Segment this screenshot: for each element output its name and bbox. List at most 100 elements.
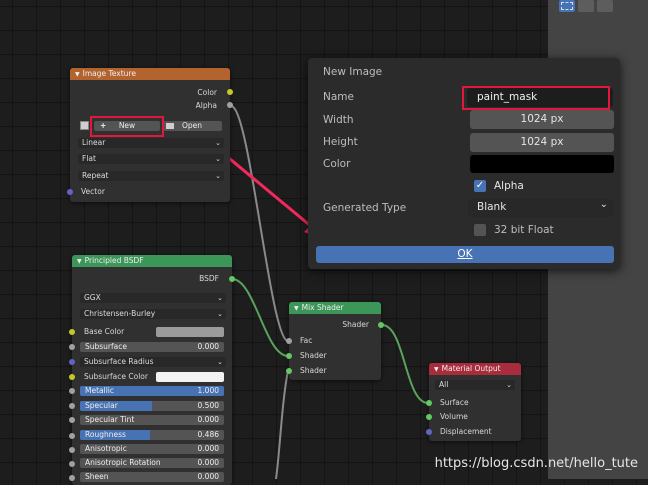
alpha-checkbox[interactable]: ✓ xyxy=(474,180,486,192)
output-shader-label: Shader xyxy=(342,320,369,329)
output-alpha-socket[interactable] xyxy=(227,102,233,108)
base-color-swatch[interactable] xyxy=(156,327,224,337)
name-field-highlight xyxy=(462,86,610,110)
height-field[interactable]: 1024 px xyxy=(470,133,614,152)
color-swatch[interactable] xyxy=(470,155,614,173)
image-browse-icon[interactable] xyxy=(80,121,89,130)
material-output-node[interactable]: ▼ Material Output All ⌄ Surface Volume Dis… xyxy=(426,363,521,441)
chevron-down-icon: ⌄ xyxy=(215,172,221,180)
folder-icon xyxy=(166,123,174,129)
input-shader2-socket[interactable] xyxy=(286,368,292,374)
input-metallic-socket[interactable] xyxy=(69,388,75,394)
output-bsdf-label: BSDF xyxy=(199,274,219,283)
chevron-down-icon: ⌄ xyxy=(215,155,221,163)
collapse-arrow-icon[interactable]: ▼ xyxy=(434,366,439,373)
input-surface-label: Surface xyxy=(440,398,469,407)
anisotropic-field[interactable]: Anisotropic 0.000 xyxy=(80,444,224,454)
watermark: https://blog.csdn.net/hello_tute xyxy=(434,456,638,471)
mix-shader-node[interactable]: ▼ Mix Shader Shader Fac Shader Shader xyxy=(286,302,384,380)
chevron-down-icon: ⌄ xyxy=(506,381,512,389)
target-dropdown[interactable]: All ⌄ xyxy=(435,380,515,390)
input-displacement-socket[interactable] xyxy=(426,429,432,435)
collapse-arrow-icon[interactable]: ▼ xyxy=(77,258,82,265)
generated-type-label: Generated Type xyxy=(323,202,407,214)
input-vector-socket[interactable] xyxy=(67,189,73,195)
principled-bsdf-node[interactable]: ▼ Principled BSDF BSDF GGX ⌄ Christensen-B… xyxy=(69,255,235,485)
distribution-dropdown[interactable]: GGX ⌄ xyxy=(80,293,226,303)
subsurface-method-dropdown[interactable]: Christensen-Burley ⌄ xyxy=(80,309,226,319)
chevron-down-icon: ⌄ xyxy=(217,294,223,302)
input-anisotropic-socket[interactable] xyxy=(69,447,75,453)
node-title: Mix Shader xyxy=(301,303,344,312)
input-specular-tint-socket[interactable] xyxy=(69,417,75,423)
row-label: Subsurface Color xyxy=(84,372,148,381)
subsurface-field[interactable]: Subsurface 0.000 xyxy=(80,342,224,352)
color-label: Color xyxy=(323,158,351,170)
chevron-down-icon: ⌄ xyxy=(217,358,223,366)
input-vector-label: Vector xyxy=(81,187,105,196)
height-label: Height xyxy=(323,136,358,148)
roughness-slider[interactable]: Roughness 0.486 xyxy=(80,430,224,440)
input-specular-socket[interactable] xyxy=(69,403,75,409)
node-title: Principled BSDF xyxy=(84,256,144,265)
input-anisotropic-rotation-socket[interactable] xyxy=(69,461,75,467)
extension-dropdown[interactable]: Repeat ⌄ xyxy=(78,171,224,181)
collapse-arrow-icon[interactable]: ▼ xyxy=(294,305,299,312)
chevron-down-icon: ⌄ xyxy=(599,199,608,210)
open-image-button[interactable]: Open xyxy=(162,121,222,131)
row-label: Base Color xyxy=(84,327,125,336)
collapse-arrow-icon[interactable]: ▼ xyxy=(75,71,80,78)
output-color-socket[interactable] xyxy=(227,89,233,95)
link-mix-surface xyxy=(381,324,429,404)
output-color-label: Color xyxy=(197,88,217,97)
link-bsdf-shader xyxy=(231,278,289,357)
anisotropic-rotation-field[interactable]: Anisotropic Rotation 0.000 xyxy=(80,458,224,468)
subsurface-radius-dropdown[interactable]: Subsurface Radius ⌄ xyxy=(80,357,226,367)
alpha-label: Alpha xyxy=(494,180,524,192)
float-checkbox[interactable] xyxy=(474,224,486,236)
sheen-field[interactable]: Sheen 0.000 xyxy=(80,472,224,482)
ok-button[interactable]: OK xyxy=(316,246,614,263)
input-subsurface-radius-socket[interactable] xyxy=(69,359,75,365)
input-subsurface-socket[interactable] xyxy=(69,344,75,350)
input-volume-label: Volume xyxy=(440,412,468,421)
link-offscreen xyxy=(275,370,289,479)
node-header[interactable]: ▼ Principled BSDF xyxy=(72,255,232,267)
metallic-slider[interactable]: Metallic 1.000 xyxy=(80,386,224,396)
float-label: 32 bit Float xyxy=(494,224,554,236)
node-title: Material Output xyxy=(441,364,501,373)
generated-type-dropdown[interactable]: Blank ⌄ xyxy=(468,199,614,217)
specular-slider[interactable]: Specular 0.500 xyxy=(80,401,224,411)
input-shader1-socket[interactable] xyxy=(286,353,292,359)
name-label: Name xyxy=(323,91,354,103)
input-volume-socket[interactable] xyxy=(426,414,432,420)
output-shader-socket[interactable] xyxy=(378,322,384,328)
node-title: Image Texture xyxy=(82,69,136,78)
input-roughness-socket[interactable] xyxy=(69,433,75,439)
input-surface-socket[interactable] xyxy=(426,400,432,406)
link-alpha-fac xyxy=(230,105,289,342)
input-shader2-label: Shader xyxy=(300,366,327,375)
node-header[interactable]: ▼ Material Output xyxy=(429,363,521,375)
dialog-title: New Image xyxy=(323,66,383,78)
output-alpha-label: Alpha xyxy=(195,101,217,110)
width-label: Width xyxy=(323,114,354,126)
subsurface-color-swatch[interactable] xyxy=(156,372,224,382)
width-field[interactable]: 1024 px xyxy=(470,110,614,129)
chevron-down-icon: ⌄ xyxy=(217,310,223,318)
chevron-down-icon: ⌄ xyxy=(215,139,221,147)
node-header[interactable]: ▼ Mix Shader xyxy=(289,302,381,314)
interpolation-dropdown[interactable]: Linear ⌄ xyxy=(78,138,224,148)
input-sheen-socket[interactable] xyxy=(69,475,75,481)
input-displacement-label: Displacement xyxy=(440,427,492,436)
input-subsurface-color-socket[interactable] xyxy=(69,374,75,380)
input-shader1-label: Shader xyxy=(300,351,327,360)
new-button-highlight xyxy=(90,116,164,137)
input-fac-label: Fac xyxy=(300,336,313,345)
projection-dropdown[interactable]: Flat ⌄ xyxy=(78,154,224,164)
node-header[interactable]: ▼ Image Texture xyxy=(70,68,230,80)
input-fac-socket[interactable] xyxy=(286,338,292,344)
specular-tint-slider[interactable]: Specular Tint 0.000 xyxy=(80,415,224,425)
output-bsdf-socket[interactable] xyxy=(229,276,235,282)
input-base-color-socket[interactable] xyxy=(69,329,75,335)
